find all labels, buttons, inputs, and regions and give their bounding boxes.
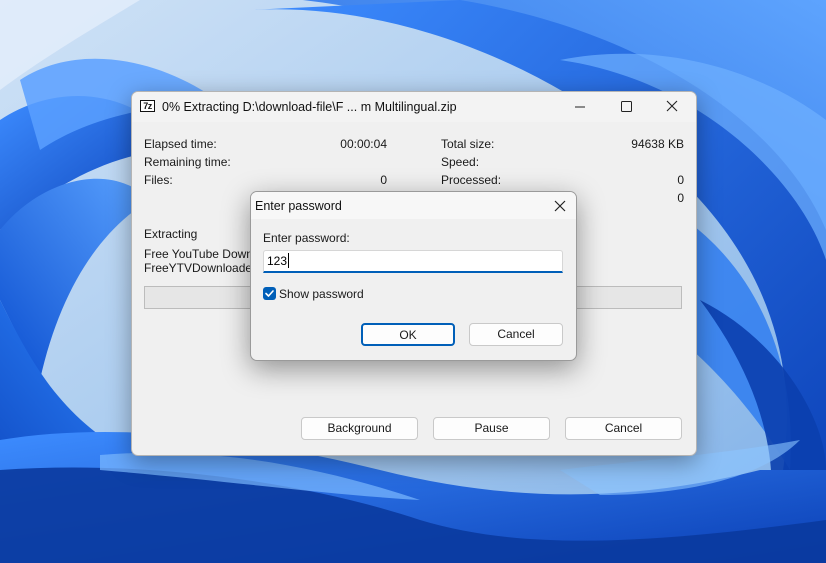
window-titlebar[interactable]: 7z 0% Extracting D:\download-file\F ... … [132, 92, 696, 122]
window-title: 0% Extracting D:\download-file\F ... m M… [162, 100, 457, 114]
minimize-button[interactable] [557, 92, 603, 122]
password-input[interactable]: 123 [263, 250, 563, 273]
extracting-label: Extracting [144, 227, 198, 241]
total-size-value: 94638 KB [631, 137, 684, 151]
total-size-label: Total size: [441, 137, 495, 151]
maximize-icon [621, 101, 632, 112]
show-password-checkbox[interactable] [263, 287, 276, 300]
password-field-label: Enter password: [263, 231, 350, 245]
dialog-title: Enter password [255, 199, 342, 213]
current-file-line-2: FreeYTVDownloader.e [144, 261, 266, 275]
text-caret [288, 253, 289, 268]
pause-button[interactable]: Pause [433, 417, 550, 440]
background-button[interactable]: Background [301, 417, 418, 440]
ok-button[interactable]: OK [361, 323, 455, 346]
checkmark-icon [265, 290, 274, 297]
cancel-extraction-button[interactable]: Cancel [565, 417, 682, 440]
processed-label: Processed: [441, 173, 502, 187]
elapsed-time-value: 00:00:04 [340, 137, 387, 151]
dialog-close-button[interactable] [547, 194, 573, 218]
speed-label: Speed: [441, 155, 480, 169]
elapsed-time-label: Elapsed time: [144, 137, 217, 151]
close-icon [554, 200, 566, 212]
7zip-app-icon: 7z [140, 100, 155, 112]
show-password-label[interactable]: Show password [279, 287, 364, 301]
close-icon [666, 100, 678, 112]
files-label: Files: [144, 173, 173, 187]
files-value: 0 [380, 173, 387, 187]
password-dialog: Enter password Enter password: 123 Show … [250, 191, 577, 361]
password-input-value: 123 [267, 254, 288, 268]
close-button[interactable] [649, 92, 695, 122]
processed-value: 0 [677, 173, 684, 187]
remaining-time-label: Remaining time: [144, 155, 231, 169]
dialog-cancel-button[interactable]: Cancel [469, 323, 563, 346]
current-file-line-1: Free YouTube Downlo [144, 247, 263, 261]
maximize-button[interactable] [603, 92, 649, 122]
dialog-titlebar[interactable]: Enter password [251, 192, 576, 219]
minimize-icon [575, 106, 585, 108]
compressed-value: 0 [677, 191, 684, 205]
